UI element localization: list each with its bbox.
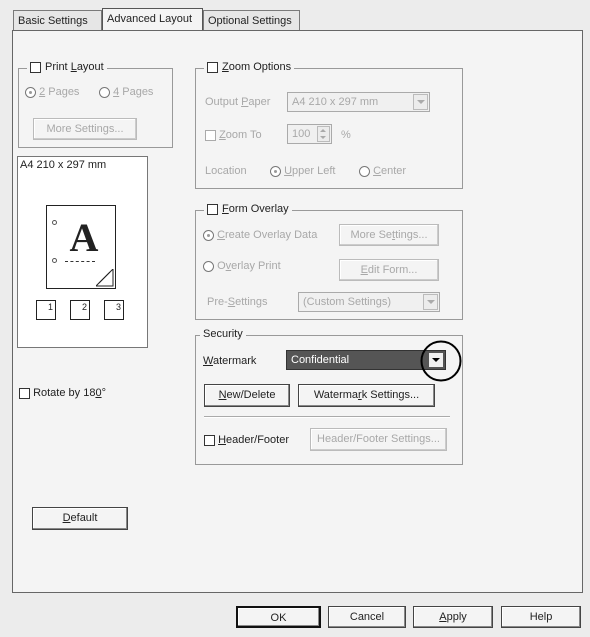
page-order-icons: 1 2 3	[36, 300, 124, 320]
help-button[interactable]: Help	[501, 606, 581, 628]
page-icon: 3	[104, 300, 124, 320]
header-footer-checkbox[interactable]: Header/Footer	[204, 434, 289, 446]
tab-advanced-layout[interactable]: Advanced Layout	[102, 8, 203, 30]
page-icon: 2	[70, 300, 90, 320]
tab-optional-settings[interactable]: Optional Settings	[203, 10, 300, 30]
zoom-options-checkbox[interactable]	[207, 61, 218, 73]
radio-button-icon	[203, 260, 214, 272]
form-overlay-title[interactable]: Form Overlay	[204, 203, 292, 215]
radio-create-overlay-data[interactable]: Create Overlay Data	[203, 229, 317, 241]
punch-hole-icon	[52, 258, 57, 263]
print-layout-more-settings-button[interactable]: More Settings...	[33, 118, 137, 140]
radio-upper-left[interactable]: Upper Left	[270, 165, 335, 177]
overlay-more-settings-button[interactable]: More Settings...	[339, 224, 439, 246]
default-button[interactable]: Default	[32, 507, 128, 530]
output-paper-label: Output Paper	[205, 96, 271, 108]
highlight-circle-icon	[420, 340, 462, 382]
edit-form-button[interactable]: Edit Form...	[339, 259, 439, 281]
form-overlay-checkbox[interactable]	[207, 203, 218, 215]
new-delete-button[interactable]: New/Delete	[204, 384, 290, 407]
apply-button[interactable]: Apply	[413, 606, 493, 628]
zoom-to-checkbox[interactable]: Zoom To	[205, 129, 262, 141]
preview-letter: A	[69, 215, 99, 260]
security-title: Security	[200, 328, 246, 340]
cancel-button[interactable]: Cancel	[328, 606, 406, 628]
rotate-180-checkbox[interactable]: Rotate by 180°	[19, 387, 106, 399]
zoom-value-stepper[interactable]: 100	[287, 124, 332, 144]
watermark-settings-button[interactable]: Watermark Settings...	[298, 384, 435, 407]
radio-4-pages[interactable]: 4 Pages	[99, 86, 153, 98]
layout-preview: A4 210 x 297 mm A 1 2 3	[17, 156, 148, 348]
checkbox-icon	[19, 387, 30, 399]
header-footer-settings-button[interactable]: Header/Footer Settings...	[310, 428, 447, 451]
location-label: Location	[205, 165, 247, 177]
watermark-label: Watermark	[203, 355, 257, 367]
radio-button-icon	[359, 165, 370, 177]
ok-button[interactable]: OK	[236, 606, 321, 628]
punch-hole-icon	[52, 220, 57, 225]
radio-center[interactable]: Center	[359, 165, 406, 177]
page-icon: 1	[36, 300, 56, 320]
radio-button-icon	[99, 86, 110, 98]
tab-basic-settings[interactable]: Basic Settings	[13, 10, 102, 30]
radio-2-pages[interactable]: 2 Pages	[25, 86, 79, 98]
radio-button-icon	[270, 165, 281, 177]
print-layout-checkbox[interactable]	[30, 61, 41, 73]
checkbox-icon	[204, 434, 215, 446]
output-paper-select[interactable]: A4 210 x 297 mm	[287, 92, 430, 112]
chevron-down-icon	[423, 294, 438, 310]
radio-button-icon	[25, 86, 36, 98]
pre-settings-select[interactable]: (Custom Settings)	[298, 292, 440, 312]
radio-button-icon	[203, 229, 214, 241]
pre-settings-label: Pre-Settings	[207, 296, 268, 308]
checkbox-icon	[205, 129, 216, 141]
preview-dashes	[65, 261, 95, 262]
security-divider	[204, 416, 450, 418]
percent-label: %	[341, 129, 351, 141]
chevron-down-icon	[413, 94, 428, 110]
preview-paper-size: A4 210 x 297 mm	[20, 159, 107, 171]
print-layout-title[interactable]: Print Layout	[27, 61, 107, 73]
stepper-arrows-icon[interactable]	[317, 126, 330, 142]
preview-page: A	[46, 205, 116, 289]
zoom-options-title[interactable]: Zoom Options	[204, 61, 295, 73]
page-curl-icon	[96, 269, 114, 287]
radio-overlay-print[interactable]: Overlay Print	[203, 260, 281, 272]
